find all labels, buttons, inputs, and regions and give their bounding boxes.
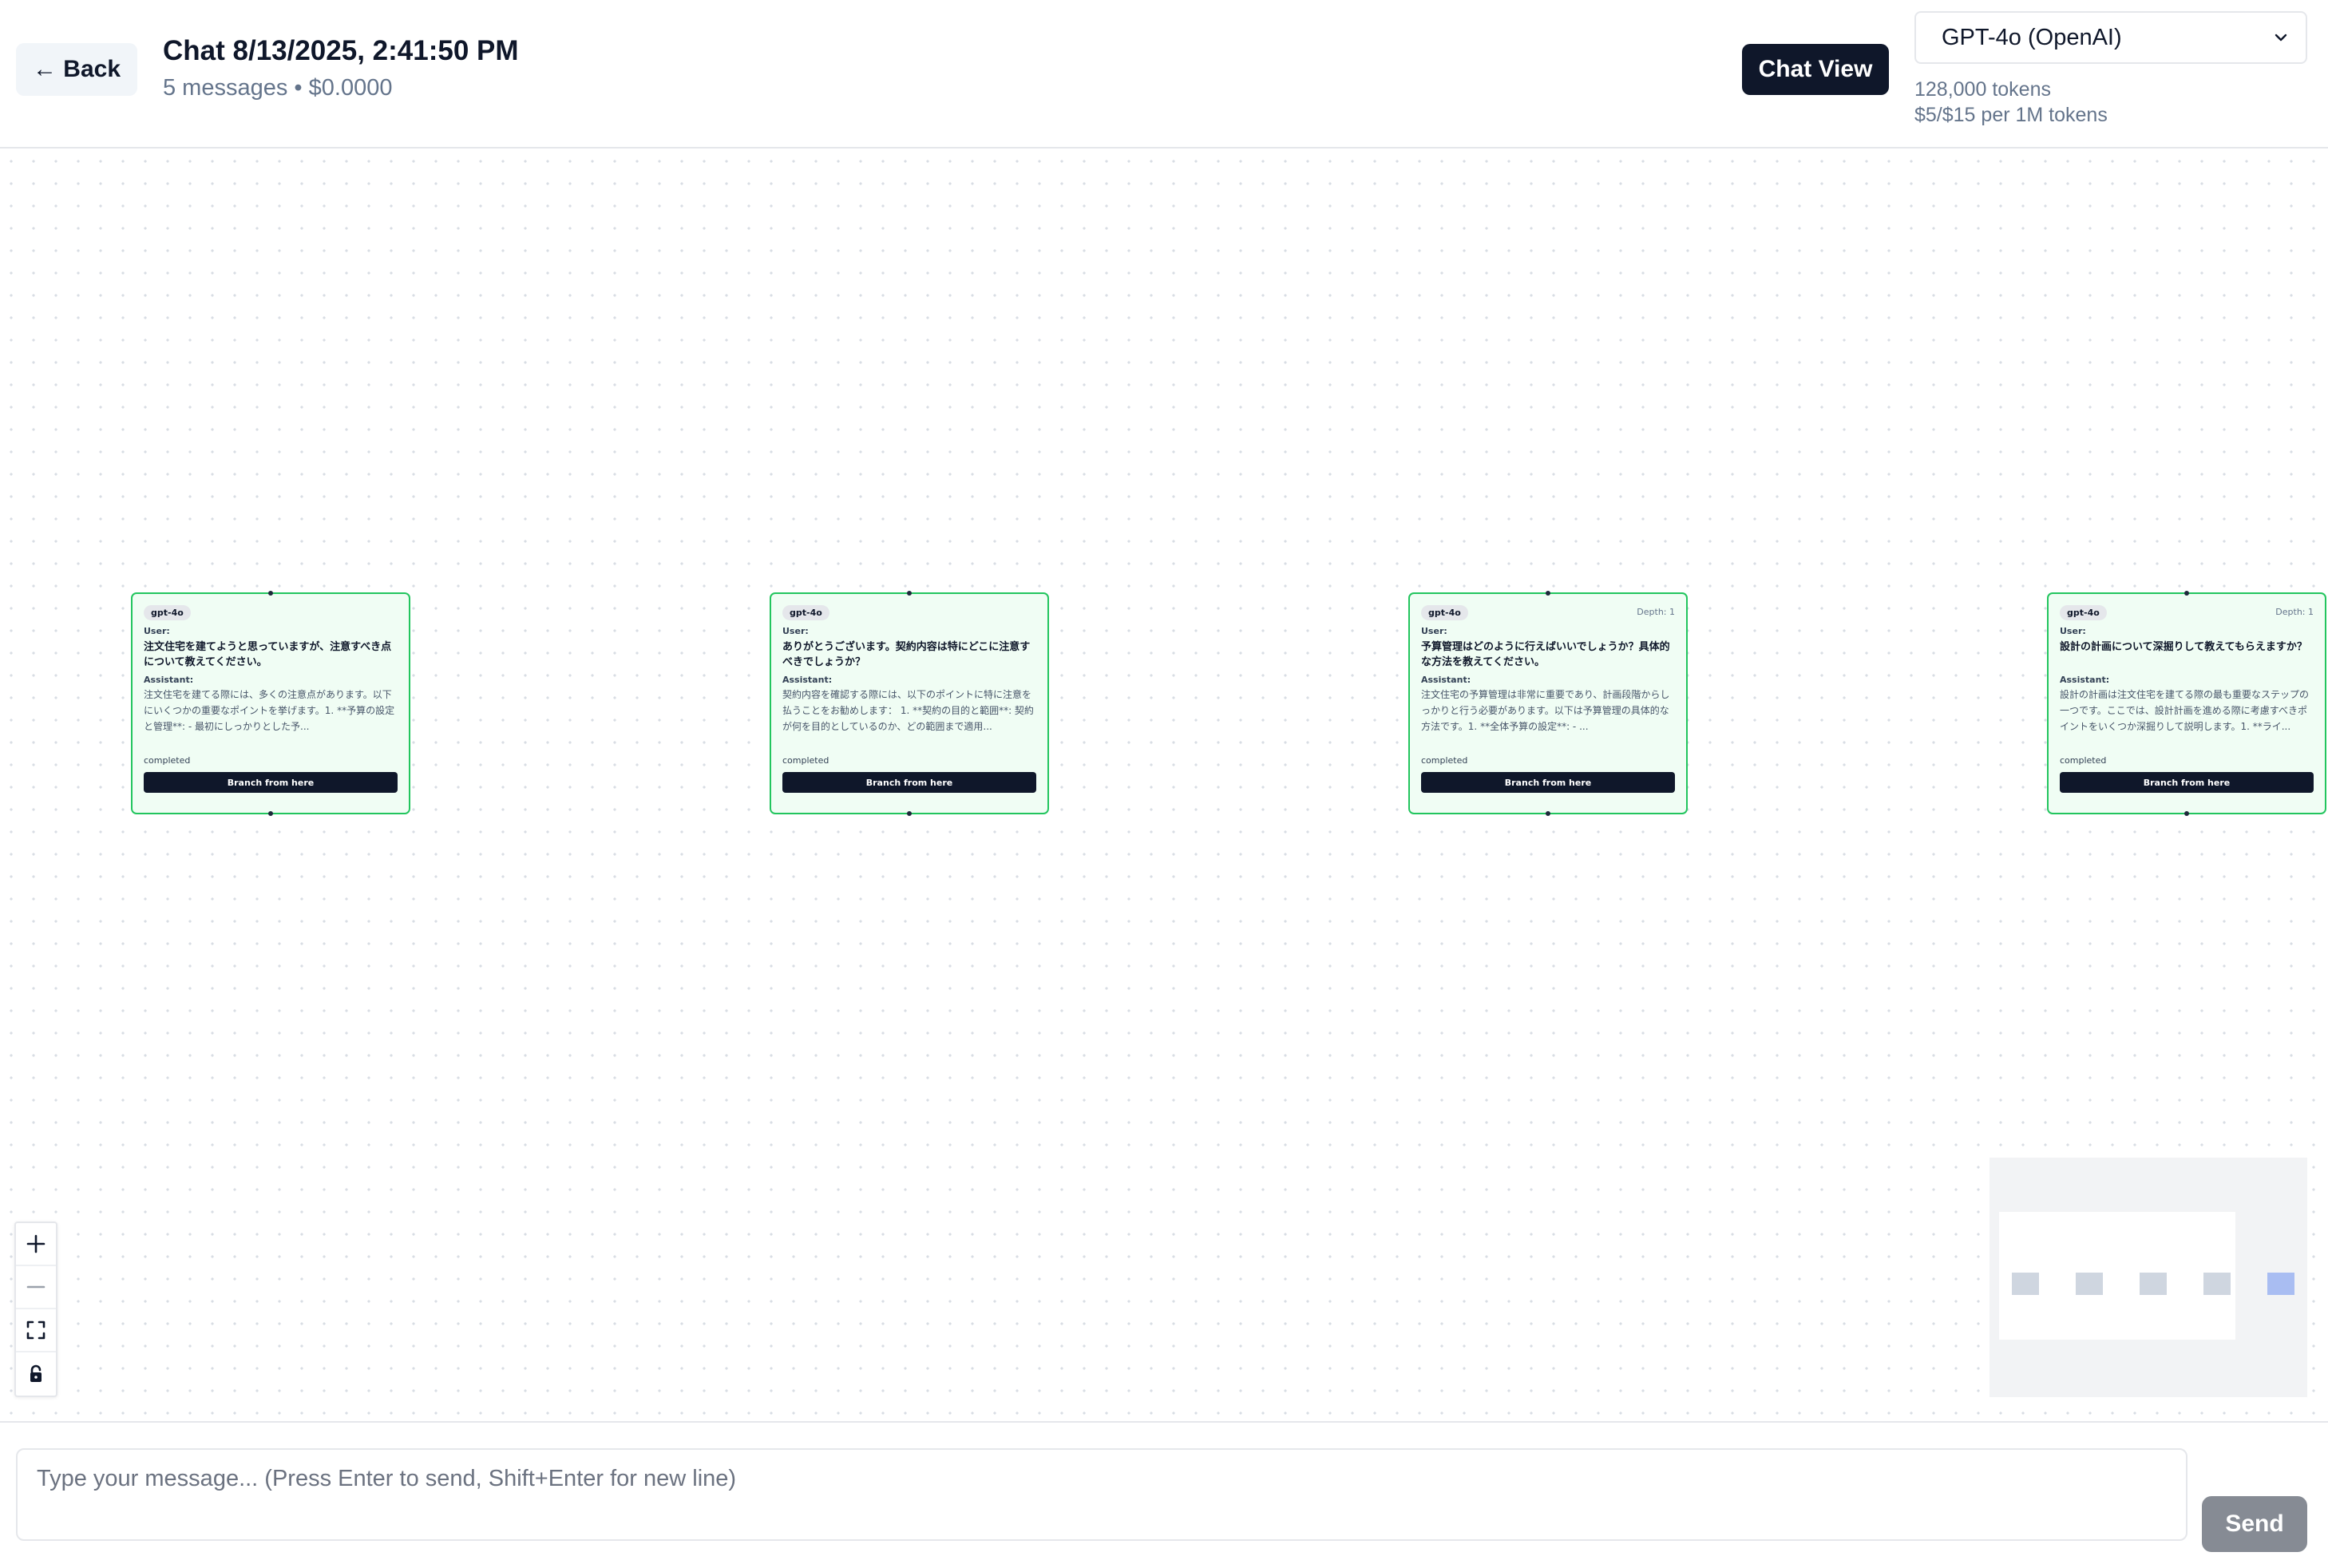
assistant-message: 設計の計画は注文住宅を建てる際の最も重要なステップの一つです。ここでは、設計計画… bbox=[2060, 689, 2310, 732]
user-label: User: bbox=[144, 626, 170, 636]
model-badge: gpt-4o bbox=[144, 605, 191, 620]
user-message: 注文住宅を建てようと思っていますが、注意すべき点について教えてください。 bbox=[144, 641, 392, 668]
chat-summary: 5 messages • $0.0000 bbox=[163, 75, 393, 101]
fit-view-button[interactable] bbox=[16, 1309, 56, 1352]
page-title: Chat 8/13/2025, 2:41:50 PM bbox=[163, 35, 519, 66]
fit-view-icon bbox=[26, 1321, 46, 1340]
node-handle-bottom[interactable] bbox=[1546, 811, 1550, 816]
chat-view-button[interactable]: Chat View bbox=[1742, 44, 1889, 95]
model-info: 128,000 tokens $5/$15 per 1M tokens bbox=[1914, 77, 2108, 128]
minimap-node-selected bbox=[2267, 1273, 2294, 1295]
status-label: completed bbox=[2060, 755, 2107, 766]
plus-icon bbox=[26, 1234, 46, 1253]
model-select-value: GPT-4o (OpenAI) bbox=[1942, 24, 2122, 50]
composer: Send bbox=[0, 1421, 2328, 1568]
message-node[interactable]: gpt-4o Depth: 1 User: 予算管理はどのように行えばいいでしょ… bbox=[1408, 591, 1688, 816]
message-node[interactable]: gpt-4o User: ありがとうございます。契約内容は特にどこに注意すべきで… bbox=[770, 591, 1049, 816]
chat-header: ← Back Chat 8/13/2025, 2:41:50 PM 5 mess… bbox=[0, 0, 2328, 148]
minus-icon bbox=[26, 1285, 46, 1289]
back-button[interactable]: ← Back bbox=[16, 43, 137, 96]
zoom-in-button[interactable] bbox=[16, 1223, 56, 1266]
model-badge: gpt-4o bbox=[2060, 605, 2107, 620]
model-pricing: $5/$15 per 1M tokens bbox=[1914, 104, 2108, 126]
user-label: User: bbox=[2060, 626, 2086, 636]
chevron-down-icon bbox=[2275, 34, 2287, 42]
model-badge: gpt-4o bbox=[782, 605, 829, 620]
user-label: User: bbox=[782, 626, 809, 636]
node-handle-top[interactable] bbox=[268, 591, 273, 596]
lock-button[interactable] bbox=[16, 1352, 56, 1396]
user-message: ありがとうございます。契約内容は特にどこに注意すべきでしょうか？ bbox=[782, 641, 1031, 668]
assistant-label: Assistant: bbox=[144, 675, 194, 685]
depth-label: Depth: 1 bbox=[2275, 607, 2314, 617]
message-node[interactable]: gpt-4o User: 注文住宅を建てようと思っていますが、注意すべき点につい… bbox=[131, 591, 410, 816]
status-label: completed bbox=[144, 755, 191, 766]
assistant-label: Assistant: bbox=[1421, 675, 1471, 685]
minimap[interactable] bbox=[1989, 1158, 2307, 1397]
branch-button[interactable]: Branch from here bbox=[144, 772, 398, 793]
assistant-message: 注文住宅の予算管理は非常に重要であり、計画段階からしっかりと行う必要があります。… bbox=[1421, 689, 1670, 732]
minimap-node bbox=[2012, 1273, 2039, 1295]
status-label: completed bbox=[782, 755, 829, 766]
branch-button[interactable]: Branch from here bbox=[2060, 772, 2314, 793]
flow-canvas[interactable]: gpt-4o User: 注文住宅を建てようと思っていますが、注意すべき点につい… bbox=[0, 150, 2328, 1421]
send-button[interactable]: Send bbox=[2202, 1496, 2307, 1552]
user-message: 予算管理はどのように行えばいいでしょうか？具体的な方法を教えてください。 bbox=[1421, 641, 1670, 668]
zoom-out-button[interactable] bbox=[16, 1266, 56, 1309]
node-handle-bottom[interactable] bbox=[268, 811, 273, 816]
node-handle-top[interactable] bbox=[1546, 591, 1550, 596]
canvas-controls bbox=[14, 1222, 57, 1397]
assistant-label: Assistant: bbox=[782, 675, 833, 685]
minimap-node bbox=[2140, 1273, 2167, 1295]
user-message: 設計の計画について深掘りして教えてもらえますか？ bbox=[2060, 641, 2307, 653]
branch-button[interactable]: Branch from here bbox=[782, 772, 1036, 793]
message-node[interactable]: gpt-4o Depth: 1 User: 設計の計画について深掘りして教えても… bbox=[2047, 591, 2326, 816]
node-handle-bottom[interactable] bbox=[907, 811, 912, 816]
user-label: User: bbox=[1421, 626, 1447, 636]
status-label: completed bbox=[1421, 755, 1468, 766]
context-tokens: 128,000 tokens bbox=[1914, 78, 2051, 101]
message-input[interactable] bbox=[16, 1448, 2187, 1541]
model-badge: gpt-4o bbox=[1421, 605, 1468, 620]
node-handle-bottom[interactable] bbox=[2184, 811, 2189, 816]
assistant-message: 注文住宅を建てる際には、多くの注意点があります。以下にいくつかの重要なポイントを… bbox=[144, 689, 395, 732]
branch-button[interactable]: Branch from here bbox=[1421, 772, 1675, 793]
depth-label: Depth: 1 bbox=[1637, 607, 1675, 617]
assistant-message: 契約内容を確認する際には、以下のポイントに特に注意を払うことをお勧めします： 1… bbox=[782, 689, 1034, 732]
model-select[interactable]: GPT-4o (OpenAI) bbox=[1914, 11, 2307, 64]
node-handle-top[interactable] bbox=[907, 591, 912, 596]
lock-icon bbox=[30, 1364, 42, 1382]
assistant-label: Assistant: bbox=[2060, 675, 2110, 685]
node-handle-top[interactable] bbox=[2184, 591, 2189, 596]
minimap-node bbox=[2076, 1273, 2103, 1295]
minimap-node bbox=[2203, 1273, 2231, 1295]
